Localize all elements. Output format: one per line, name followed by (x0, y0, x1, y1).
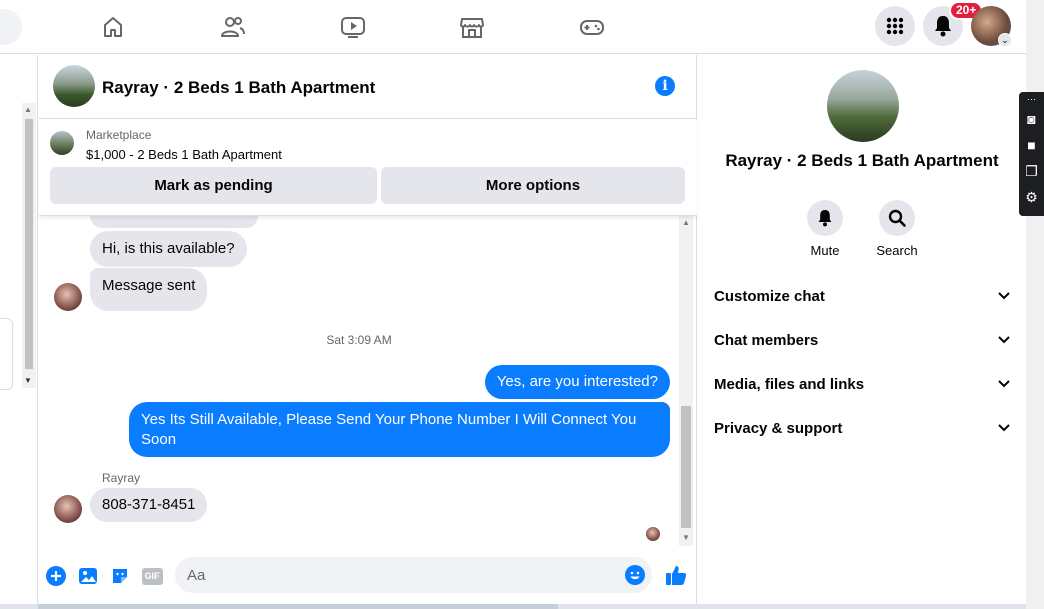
message-list: Hi, is this available? Message sent Sat … (39, 216, 697, 546)
horizontal-scrollbar-thumb[interactable] (38, 604, 558, 609)
search-label: Search (876, 243, 918, 258)
marketplace-listing-card: Marketplace $1,000 - 2 Beds 1 Bath Apart… (39, 120, 697, 216)
chat-header: Rayray · 2 Beds 1 Bath Apartment i (39, 55, 697, 119)
customize-chat-row[interactable]: Customize chat (714, 276, 1010, 316)
section-label: Chat members (714, 331, 819, 349)
chat-avatar[interactable] (53, 65, 95, 107)
marketplace-label: Marketplace (86, 128, 152, 142)
sender-avatar[interactable] (54, 283, 82, 311)
scroll-down-icon[interactable]: ▼ (682, 533, 690, 542)
mark-as-pending-button[interactable]: Mark as pending (50, 167, 377, 204)
chat-details-panel: Rayray · 2 Beds 1 Bath Apartment Mute Se… (698, 55, 1026, 609)
details-avatar[interactable] (827, 70, 899, 142)
left-scrollbar[interactable]: ▲ ▼ (22, 103, 36, 388)
listing-thumbnail[interactable] (50, 131, 74, 155)
horizontal-scrollbar[interactable] (0, 604, 1026, 609)
home-icon[interactable] (98, 12, 128, 42)
scroll-up-icon[interactable]: ▲ (682, 218, 690, 227)
sticker-icon[interactable] (109, 565, 131, 587)
chat-title[interactable]: Rayray · 2 Beds 1 Bath Apartment (102, 78, 375, 98)
gif-icon[interactable]: GIF (141, 565, 163, 587)
link-icon[interactable]: ⋯ (1019, 92, 1044, 106)
read-receipt-avatar (646, 527, 660, 541)
gear-icon[interactable]: ⚙ (1019, 184, 1044, 210)
message-bubble-partial (90, 216, 258, 228)
grid-menu-icon[interactable] (875, 6, 915, 46)
search-icon[interactable] (879, 200, 915, 236)
info-icon[interactable]: i (655, 76, 675, 96)
sender-avatar[interactable] (54, 495, 82, 523)
section-label: Privacy & support (714, 419, 843, 437)
photo-icon[interactable] (77, 565, 99, 587)
chevron-down-icon (998, 424, 1010, 432)
sender-name: Rayray (102, 471, 141, 485)
video-icon[interactable]: ■ (1019, 132, 1044, 158)
bell-icon[interactable] (807, 200, 843, 236)
mute-button[interactable]: Mute (795, 200, 855, 258)
chevron-down-icon[interactable]: ⌄ (998, 33, 1012, 47)
section-label: Media, files and links (714, 375, 865, 393)
watch-icon[interactable] (338, 12, 368, 42)
message-bubble: Hi, is this available? (90, 231, 247, 267)
emoji-icon[interactable] (624, 564, 646, 586)
chevron-down-icon (998, 336, 1010, 344)
message-bubble: Message sent (90, 268, 208, 311)
thumbs-up-icon[interactable] (664, 563, 688, 587)
chevron-down-icon (998, 292, 1010, 300)
details-title: Rayray · 2 Beds 1 Bath Apartment (725, 151, 999, 170)
chat-members-row[interactable]: Chat members (714, 320, 1010, 360)
gaming-icon[interactable] (577, 12, 607, 42)
left-panel-tab[interactable] (0, 318, 13, 390)
camera-icon[interactable]: ◙ (1019, 106, 1044, 132)
listing-title[interactable]: $1,000 - 2 Beds 1 Bath Apartment (86, 147, 282, 162)
chat-scrollbar[interactable]: ▲ ▼ (679, 216, 693, 546)
left-scrollbar-thumb[interactable] (25, 119, 33, 369)
privacy-support-row[interactable]: Privacy & support (714, 408, 1010, 448)
top-navigation-bar: 20+ ⌄ (0, 0, 1026, 54)
chat-scrollbar-thumb[interactable] (681, 406, 691, 528)
message-input[interactable] (175, 557, 652, 593)
message-bubble: 808-371-8451 (90, 488, 208, 522)
message-line: Soon (141, 431, 177, 448)
message-line: Yes Its Still Available, Please Send You… (141, 411, 637, 428)
message-bubble-outgoing: Yes, are you interested? (484, 365, 670, 399)
message-timestamp: Sat 3:09 AM (326, 333, 392, 347)
search-box[interactable] (0, 9, 22, 45)
plus-icon[interactable] (45, 565, 67, 587)
chevron-down-icon (998, 380, 1010, 388)
mute-label: Mute (810, 243, 840, 258)
section-label: Customize chat (714, 287, 825, 305)
chat-window: Rayray · 2 Beds 1 Bath Apartment i Marke… (39, 55, 697, 609)
gif-label: GIF (141, 567, 163, 585)
search-conversation-button[interactable]: Search (867, 200, 927, 258)
more-options-button[interactable]: More options (381, 167, 685, 204)
scroll-down-icon[interactable]: ▼ (24, 376, 32, 385)
message-composer: GIF (39, 555, 697, 609)
window-icon[interactable]: ❐ (1019, 158, 1044, 184)
message-bubble-outgoing: Yes Its Still Available, Please Send You… (129, 402, 670, 457)
media-files-links-row[interactable]: Media, files and links (714, 364, 1010, 404)
marketplace-icon[interactable] (457, 12, 487, 42)
screenshot-toolbar: ⋯ ◙ ■ ❐ ⚙ (1019, 92, 1044, 216)
scroll-up-icon[interactable]: ▲ (24, 105, 32, 114)
friends-icon[interactable] (218, 12, 248, 42)
